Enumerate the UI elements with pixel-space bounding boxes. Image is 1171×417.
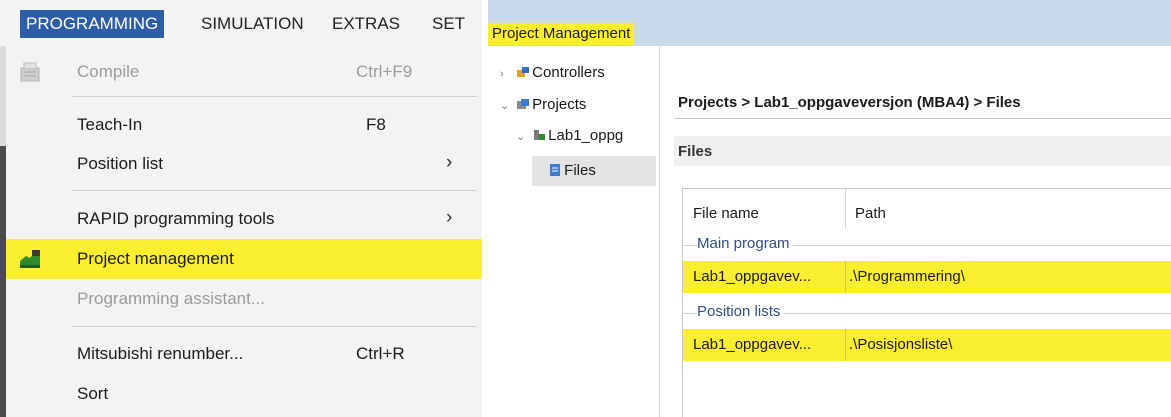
menu-bar: PROGRAMMING SIMULATION EXTRAS SET: [0, 0, 482, 46]
menu-item-shortcut: Ctrl+F9: [356, 62, 413, 81]
column-header-path[interactable]: Path: [855, 205, 886, 222]
menubar-programming[interactable]: PROGRAMMING: [20, 10, 165, 38]
path-cell: .\Programmering\: [849, 268, 965, 285]
file-name-cell: Lab1_oppgavev...: [693, 336, 812, 353]
column-header-file-name[interactable]: File name: [693, 205, 759, 222]
column-divider: [845, 261, 846, 293]
group-header-position-lists[interactable]: Position lists: [683, 299, 1171, 325]
project-management-panel: Project Management › Controllers ⌄ Proje…: [488, 0, 1171, 417]
menu-item-rapid-programming-tools[interactable]: RAPID programming tools ›: [6, 199, 482, 239]
submenu-arrow-icon: ›: [446, 207, 453, 228]
menu-separator: [72, 96, 477, 97]
tree-node-files[interactable]: Files: [532, 156, 656, 186]
section-header: Files: [674, 136, 1171, 166]
files-icon: [548, 157, 562, 176]
menu-item-label: RAPID programming tools: [77, 209, 275, 228]
menu-item-label: Project management: [77, 249, 234, 268]
menu-item-position-list[interactable]: Position list ›: [6, 144, 482, 184]
project-management-icon: [18, 247, 44, 271]
menu-item-mitsubishi-renumber[interactable]: Mitsubishi renumber... Ctrl+R: [6, 334, 482, 374]
menu-separator: [72, 326, 477, 327]
menu-item-label: Programming assistant...: [77, 289, 266, 308]
table-row[interactable]: Lab1_oppgavev... .\Posisjonsliste\: [683, 329, 1171, 361]
programming-dropdown: Compile Ctrl+F9 Teach-In F8 Position lis…: [6, 46, 482, 417]
column-divider: [845, 189, 846, 229]
controllers-icon: [516, 62, 530, 77]
menubar-simulation[interactable]: SIMULATION: [195, 10, 310, 38]
menubar-extras[interactable]: EXTRAS: [326, 10, 406, 38]
section-title: Files: [678, 143, 713, 160]
menu-item-label: Teach-In: [77, 115, 143, 134]
tree-node-label: Projects: [532, 96, 587, 113]
menu-item-shortcut: F8: [366, 115, 386, 134]
tree-node-label: Lab1_oppg: [548, 127, 624, 144]
files-grid: File name Path Main program Lab1_oppgave…: [682, 188, 1171, 417]
menu-item-compile[interactable]: Compile Ctrl+F9: [6, 52, 482, 92]
group-label: Main program: [697, 235, 793, 252]
menu-item-label: Compile: [77, 62, 140, 81]
tree-node-label: Controllers: [532, 64, 605, 81]
divider: [674, 118, 1171, 119]
project-icon: [532, 125, 546, 140]
compile-icon: [18, 60, 44, 84]
panel-title: Project Management: [488, 23, 635, 45]
group-label: Position lists: [697, 303, 784, 320]
menu-separator: [72, 190, 477, 191]
menu-item-programming-assistant[interactable]: Programming assistant...: [6, 279, 482, 319]
menu-item-teach-in[interactable]: Teach-In F8: [6, 105, 482, 145]
panel-titlebar: Project Management: [488, 0, 1171, 46]
menu-item-label: Sort: [77, 384, 109, 403]
column-divider: [845, 329, 846, 361]
menu-item-shortcut: Ctrl+R: [356, 344, 405, 363]
files-view: Projects > Lab1_oppgaveversjon (MBA4) > …: [660, 46, 1171, 417]
chevron-right-icon[interactable]: ›: [500, 62, 512, 86]
tree-node-controllers[interactable]: › Controllers: [500, 61, 605, 85]
chevron-down-icon[interactable]: ⌄: [516, 125, 528, 149]
projects-icon: [516, 94, 530, 109]
breadcrumb: Projects > Lab1_oppgaveversjon (MBA4) > …: [678, 94, 1021, 111]
chevron-down-icon[interactable]: ⌄: [500, 94, 512, 118]
submenu-arrow-icon: ›: [446, 152, 453, 173]
programming-menu-screenshot: PROGRAMMING SIMULATION EXTRAS SET Compil…: [0, 0, 482, 417]
tree-node-label: Files: [564, 162, 596, 179]
menu-item-project-management[interactable]: Project management: [6, 239, 482, 279]
tree-node-projects[interactable]: ⌄ Projects: [500, 93, 586, 117]
menubar-settings[interactable]: SET: [426, 10, 471, 38]
table-row[interactable]: Lab1_oppgavev... .\Programmering\: [683, 261, 1171, 293]
menu-item-sort[interactable]: Sort: [6, 374, 482, 414]
menu-item-label: Mitsubishi renumber...: [77, 344, 244, 363]
tree-node-lab1[interactable]: ⌄ Lab1_oppg: [516, 124, 623, 148]
group-header-main-program[interactable]: Main program: [683, 231, 1171, 257]
menu-item-label: Position list: [77, 154, 163, 173]
project-tree: › Controllers ⌄ Projects ⌄ Lab1_oppg Fil…: [488, 46, 660, 417]
path-cell: .\Posisjonsliste\: [849, 336, 953, 353]
file-name-cell: Lab1_oppgavev...: [693, 268, 812, 285]
